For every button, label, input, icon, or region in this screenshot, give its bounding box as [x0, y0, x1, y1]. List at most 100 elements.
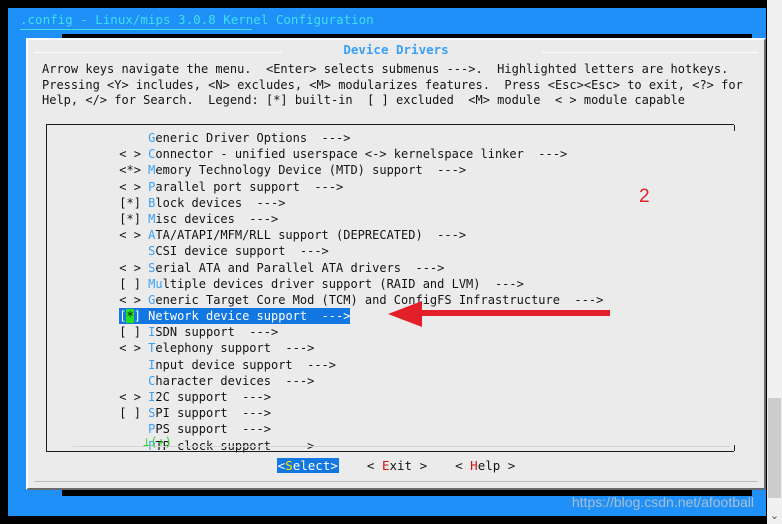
select-button[interactable]: <Select>	[276, 458, 339, 473]
menu-item[interactable]: [ ] Multiple devices driver support (RAI…	[47, 276, 734, 292]
menu-item-tag	[119, 131, 148, 145]
menu-item-indent	[47, 341, 119, 355]
scrollbar-thumb[interactable]	[768, 398, 781, 498]
help-label-pre: <	[455, 458, 471, 473]
help-text: Arrow keys navigate the menu. <Enter> se…	[42, 62, 754, 109]
menu-item-tag: [*]	[119, 211, 149, 226]
menu-item-tag: < >	[119, 292, 149, 307]
select-hotkey: S	[285, 458, 293, 473]
scroll-more-indicator: ⊥(+)	[143, 435, 172, 449]
exit-button[interactable]: < Exit >	[367, 458, 427, 473]
scroll-down-icon[interactable]: ⌄	[767, 509, 782, 522]
menu-item[interactable]: <*> Memory Technology Device (MTD) suppo…	[47, 162, 734, 178]
menu-box-cap-top	[734, 125, 735, 131]
terminal-title: .config - Linux/mips 3.0.8 Kernel Config…	[20, 12, 374, 27]
menu-item-label: TA/ATAPI/MFM/RLL support (DEPRECATED) --…	[155, 228, 467, 243]
menu-item-tag: < >	[119, 228, 149, 243]
menu-item-tag: [ ]	[119, 325, 149, 340]
menu-item-tag: [ ]	[119, 406, 149, 421]
menu-item-label: etwork device support --->	[155, 309, 351, 324]
menu-item-indent	[47, 277, 119, 291]
menu-item-indent	[47, 325, 119, 339]
menu-item[interactable]: < > ATA/ATAPI/MFM/RLL support (DEPRECATE…	[47, 227, 734, 243]
menu-item-indent	[47, 422, 119, 436]
menu-item[interactable]: Input device support --->	[47, 357, 734, 373]
menu-item-indent	[47, 163, 119, 177]
menu-item-tag-close: ]	[133, 309, 149, 324]
menu-item[interactable]: < > I2C support --->	[47, 389, 734, 405]
menu-item-tag: < >	[119, 260, 149, 275]
menu-item[interactable]: [ ] SPI support --->	[47, 405, 734, 421]
menu-item-indent	[47, 147, 119, 161]
menu-item-label: isc devices --->	[155, 211, 279, 226]
menu-item[interactable]: [*] Block devices --->	[47, 195, 734, 211]
menu-item-indent	[47, 293, 119, 307]
menu-item-tag: < >	[119, 147, 149, 162]
menu-item-tag	[119, 374, 148, 388]
menu-item-tag	[119, 244, 148, 258]
menu-item-tag: <*>	[119, 163, 149, 178]
page-scrollbar[interactable]: ⌄	[767, 0, 782, 524]
menu-item-tag: [ ]	[119, 276, 149, 291]
menu-item-label: emory Technology Device (MTD) support --…	[155, 163, 467, 178]
menu-item-tag: < >	[119, 341, 149, 356]
menu-item-indent	[47, 228, 119, 242]
help-button[interactable]: < Help >	[455, 458, 515, 473]
menu-item-tag: < >	[119, 390, 149, 404]
menu-item-label: PI support --->	[155, 406, 271, 421]
select-label-post: elect>	[292, 458, 338, 473]
menu-item[interactable]: < > Telephony support --->	[47, 340, 734, 356]
menu-item[interactable]: Character devices --->	[47, 373, 734, 389]
menu-item-label: arallel port support --->	[155, 179, 344, 194]
menu-item-indent	[47, 374, 119, 388]
exit-label-pre: <	[366, 458, 382, 473]
menu-item-tag	[119, 358, 148, 372]
menu-item-indent	[47, 261, 119, 275]
menu-item[interactable]: Generic Driver Options --->	[47, 130, 734, 146]
menu-item-indent	[47, 406, 119, 420]
menu-box-cap-bottom	[734, 445, 735, 451]
help-line-3: Help, </> for Search. Legend: [*] built-…	[42, 93, 685, 107]
dialog-bottom-rule	[34, 481, 758, 482]
annotation-step-number: 2	[639, 186, 650, 207]
menu-box: Generic Driver Options ---> < > Connecto…	[46, 124, 735, 454]
menu-item-indent	[47, 180, 119, 194]
menu-item-indent	[47, 358, 119, 372]
menu-item-indent	[47, 309, 119, 323]
menu-item-indent	[47, 196, 119, 210]
menu-item-label: erial ATA and Parallel ATA drivers --->	[155, 260, 445, 275]
terminal-title-underline	[20, 29, 252, 30]
menu-item-label: onnector - unified userspace <-> kernels…	[155, 147, 568, 162]
menu-item[interactable]: < > Connector - unified userspace <-> ke…	[47, 146, 734, 162]
menu-item-selected[interactable]: [*] Network device support --->	[119, 308, 351, 325]
menu-list[interactable]: Generic Driver Options ---> < > Connecto…	[47, 130, 734, 454]
menu-item[interactable]: [*] Misc devices --->	[47, 211, 734, 227]
help-hotkey: H	[470, 458, 478, 473]
menu-item-label: 2C support --->	[155, 390, 271, 404]
menu-item-checked-star: *	[126, 309, 134, 324]
menu-item[interactable]: < > Serial ATA and Parallel ATA drivers …	[47, 260, 734, 276]
help-line-2: Pressing <Y> includes, <N> excludes, <M>…	[42, 77, 743, 92]
help-line-1: Arrow keys navigate the menu. <Enter> se…	[42, 62, 729, 76]
annotation-arrow	[388, 301, 610, 327]
menu-item-indent	[47, 390, 119, 404]
menu-item-tag: < >	[119, 179, 149, 194]
menu-item-label: PS support --->	[155, 422, 271, 437]
menu-item-indent	[47, 212, 119, 226]
menu-item[interactable]: < > Parallel port support --->	[47, 179, 734, 195]
menu-item-label: CSI device support --->	[155, 244, 329, 259]
dialog-title: Device Drivers	[343, 42, 449, 57]
menu-item[interactable]: SCSI device support --->	[47, 243, 734, 259]
dialog-titlebar: Device Drivers	[28, 42, 764, 58]
menu-item-indent	[47, 244, 119, 258]
menu-item-label: eneric Driver Options --->	[155, 131, 351, 145]
help-label-post: elp >	[477, 458, 516, 473]
exit-label-post: xit >	[389, 458, 428, 473]
menu-item-hotkey: Mu	[148, 276, 163, 291]
menu-item-label: nput device support --->	[155, 357, 337, 372]
menu-item-tag: [*]	[119, 195, 149, 210]
menu-item-label: haracter devices --->	[155, 373, 315, 388]
button-row: <Select> < Exit > < Help >	[28, 458, 764, 473]
watermark: https://blog.csdn.net/afootball	[571, 494, 754, 510]
terminal-window: .config - Linux/mips 3.0.8 Kernel Config…	[8, 8, 766, 516]
